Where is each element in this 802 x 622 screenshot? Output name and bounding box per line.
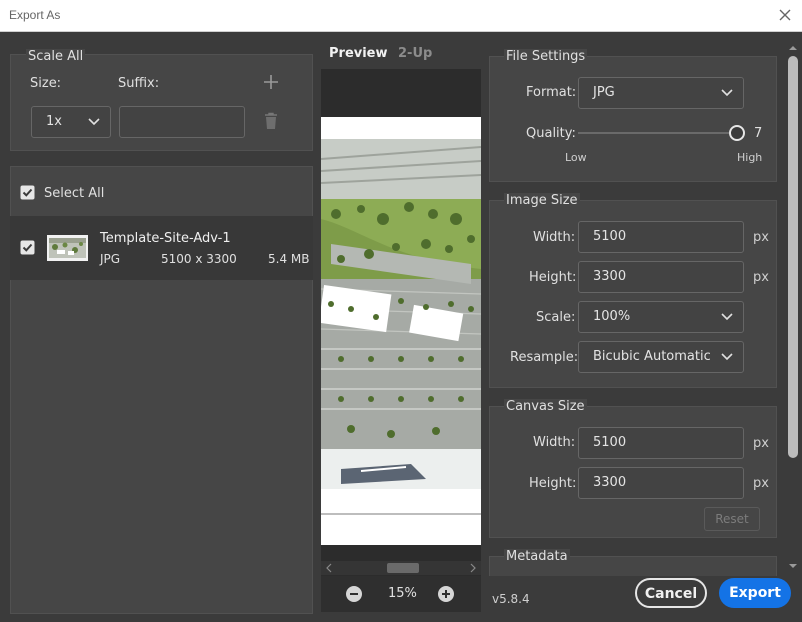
- version-label: v5.8.4: [492, 592, 530, 606]
- asset-row[interactable]: Template-Site-Adv-1 JPG 5100 x 3300 5.4 …: [10, 216, 313, 280]
- close-icon[interactable]: [776, 5, 794, 25]
- image-width-label: Width:: [533, 230, 576, 245]
- trash-icon[interactable]: [263, 112, 279, 130]
- scroll-thumb[interactable]: [387, 563, 419, 573]
- preview-canvas[interactable]: [321, 69, 481, 590]
- scale-select-value: 100%: [593, 309, 631, 324]
- asset-dimensions: 5100 x 3300: [161, 252, 237, 266]
- quality-label: Quality:: [526, 126, 576, 141]
- asset-thumbnail: [47, 235, 88, 261]
- tab-preview[interactable]: Preview: [329, 46, 388, 61]
- vertical-scrollbar[interactable]: [786, 40, 800, 575]
- image-width-unit: px: [753, 230, 769, 245]
- add-icon[interactable]: [263, 74, 279, 90]
- title-bar: Export As: [0, 0, 802, 32]
- chevron-down-icon: [721, 342, 733, 372]
- image-size-heading: Image Size: [504, 193, 580, 208]
- image-width-input[interactable]: 5100: [578, 221, 744, 253]
- reset-button[interactable]: Reset: [704, 507, 760, 531]
- canvas-width-unit: px: [753, 436, 769, 451]
- canvas-width-input[interactable]: 5100: [578, 427, 744, 459]
- chevron-down-icon: [721, 78, 733, 108]
- quality-high-label: High: [737, 151, 763, 164]
- zoom-bar: 15%: [321, 576, 481, 612]
- tab-2up[interactable]: 2-Up: [398, 46, 432, 61]
- size-select-value: 1x: [46, 114, 62, 129]
- asset-checkbox[interactable]: [20, 240, 35, 255]
- canvas-height-input[interactable]: 3300: [578, 467, 744, 499]
- chevron-down-icon: [721, 302, 733, 332]
- chevron-down-icon: [88, 107, 100, 137]
- scroll-left-icon[interactable]: [325, 563, 333, 573]
- export-button[interactable]: Export: [719, 578, 791, 608]
- file-settings-heading: File Settings: [504, 49, 588, 64]
- image-height-label: Height:: [529, 270, 577, 285]
- canvas-height-label: Height:: [529, 476, 577, 491]
- format-label: Format:: [526, 85, 577, 100]
- preview-image: [321, 117, 481, 545]
- horizontal-scrollbar[interactable]: [321, 561, 481, 575]
- file-settings-panel: File Settings Format: JPG Quality: 7 Low…: [489, 49, 777, 182]
- quality-low-label: Low: [565, 151, 587, 164]
- format-select-value: JPG: [593, 85, 615, 100]
- zoom-in-icon[interactable]: [438, 586, 454, 602]
- resample-label: Resample:: [510, 350, 579, 365]
- quality-slider-track[interactable]: [578, 132, 736, 134]
- scroll-up-icon[interactable]: [788, 44, 798, 52]
- scale-label: Scale:: [536, 310, 576, 325]
- cancel-button[interactable]: Cancel: [635, 578, 707, 608]
- canvas-width-label: Width:: [533, 435, 576, 450]
- zoom-out-icon[interactable]: [346, 586, 362, 602]
- canvas-size-panel: Canvas Size Width: 5100 px Height: 3300 …: [489, 399, 777, 538]
- quality-value: 7: [754, 126, 763, 141]
- asset-format: JPG: [100, 252, 121, 266]
- format-select[interactable]: JPG: [578, 77, 744, 109]
- suffix-input[interactable]: [119, 106, 245, 138]
- image-height-input[interactable]: 3300: [578, 261, 744, 293]
- quality-slider-handle[interactable]: [729, 125, 745, 141]
- scroll-right-icon[interactable]: [469, 563, 477, 573]
- resample-select[interactable]: Bicubic Automatic: [578, 341, 744, 373]
- select-all-checkbox[interactable]: [20, 185, 35, 200]
- size-label: Size:: [30, 76, 62, 91]
- metadata-panel: Metadata: [489, 549, 777, 576]
- scale-select[interactable]: 100%: [578, 301, 744, 333]
- vertical-scroll-thumb[interactable]: [788, 56, 798, 458]
- scale-all-panel: Scale All Size: Suffix: 1x: [10, 49, 313, 151]
- zoom-level: 15%: [388, 586, 417, 601]
- preview-column: Preview 2-Up 15%: [320, 32, 482, 622]
- suffix-label: Suffix:: [118, 76, 160, 91]
- canvas-height-unit: px: [753, 476, 769, 491]
- resample-select-value: Bicubic Automatic: [593, 349, 711, 364]
- select-all-label: Select All: [44, 186, 105, 201]
- metadata-heading: Metadata: [504, 549, 570, 564]
- scale-all-heading: Scale All: [26, 49, 86, 64]
- image-height-unit: px: [753, 270, 769, 285]
- asset-filesize: 5.4 MB: [268, 252, 310, 266]
- size-select[interactable]: 1x: [31, 106, 111, 138]
- assets-panel: Select All Template-Site-Adv-1 JPG 5100 …: [10, 166, 313, 614]
- window-title: Export As: [9, 8, 61, 22]
- canvas-size-heading: Canvas Size: [504, 399, 587, 414]
- image-size-panel: Image Size Width: 5100 px Height: 3300 p…: [489, 193, 777, 388]
- scroll-down-icon[interactable]: [788, 562, 798, 570]
- asset-name: Template-Site-Adv-1: [100, 231, 231, 246]
